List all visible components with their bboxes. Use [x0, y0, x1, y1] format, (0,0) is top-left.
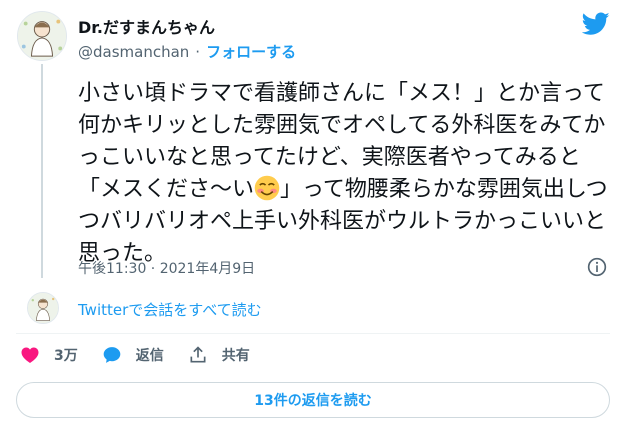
avatar-illustration: [18, 12, 66, 60]
heart-icon: [21, 347, 39, 363]
reply-button[interactable]: 返信: [102, 345, 164, 365]
author-handle-row: @dasmanchan · フォローする: [78, 41, 296, 62]
reply-label: 返信: [135, 348, 164, 364]
thread-line: [41, 64, 43, 278]
reply-bubble-icon: [103, 347, 121, 363]
smiling-face-with-blush-icon: [254, 175, 280, 201]
avatar-small-illustration: [28, 293, 58, 323]
avatar-small[interactable]: [27, 292, 59, 324]
follow-button[interactable]: フォローする: [206, 41, 296, 62]
tweet-timestamp[interactable]: 午後11:30 · 2021年4月9日: [78, 258, 255, 278]
info-icon[interactable]: [587, 257, 607, 277]
like-button[interactable]: 3万: [20, 345, 78, 365]
like-count: 3万: [54, 348, 78, 364]
share-button[interactable]: 共有: [188, 345, 250, 365]
divider: [16, 333, 610, 334]
author-name[interactable]: Dr.だすまんちゃん: [78, 14, 215, 38]
separator-dot: ·: [195, 42, 201, 61]
avatar[interactable]: [17, 11, 67, 61]
author-handle[interactable]: @dasmanchan: [78, 43, 189, 61]
action-bar: 3万 返信 共有: [20, 345, 274, 365]
tweet-text: 小さい頃ドラマで看護師さんに「メス！」とか言って何かキリッとした雰囲気でオペして…: [78, 78, 610, 270]
share-icon: [190, 346, 206, 363]
twitter-bird-icon[interactable]: [582, 12, 610, 36]
read-conversation-link[interactable]: Twitterで会話をすべて読む: [78, 299, 262, 320]
read-replies-button[interactable]: 13件の返信を読む: [16, 382, 610, 418]
share-label: 共有: [221, 348, 250, 364]
